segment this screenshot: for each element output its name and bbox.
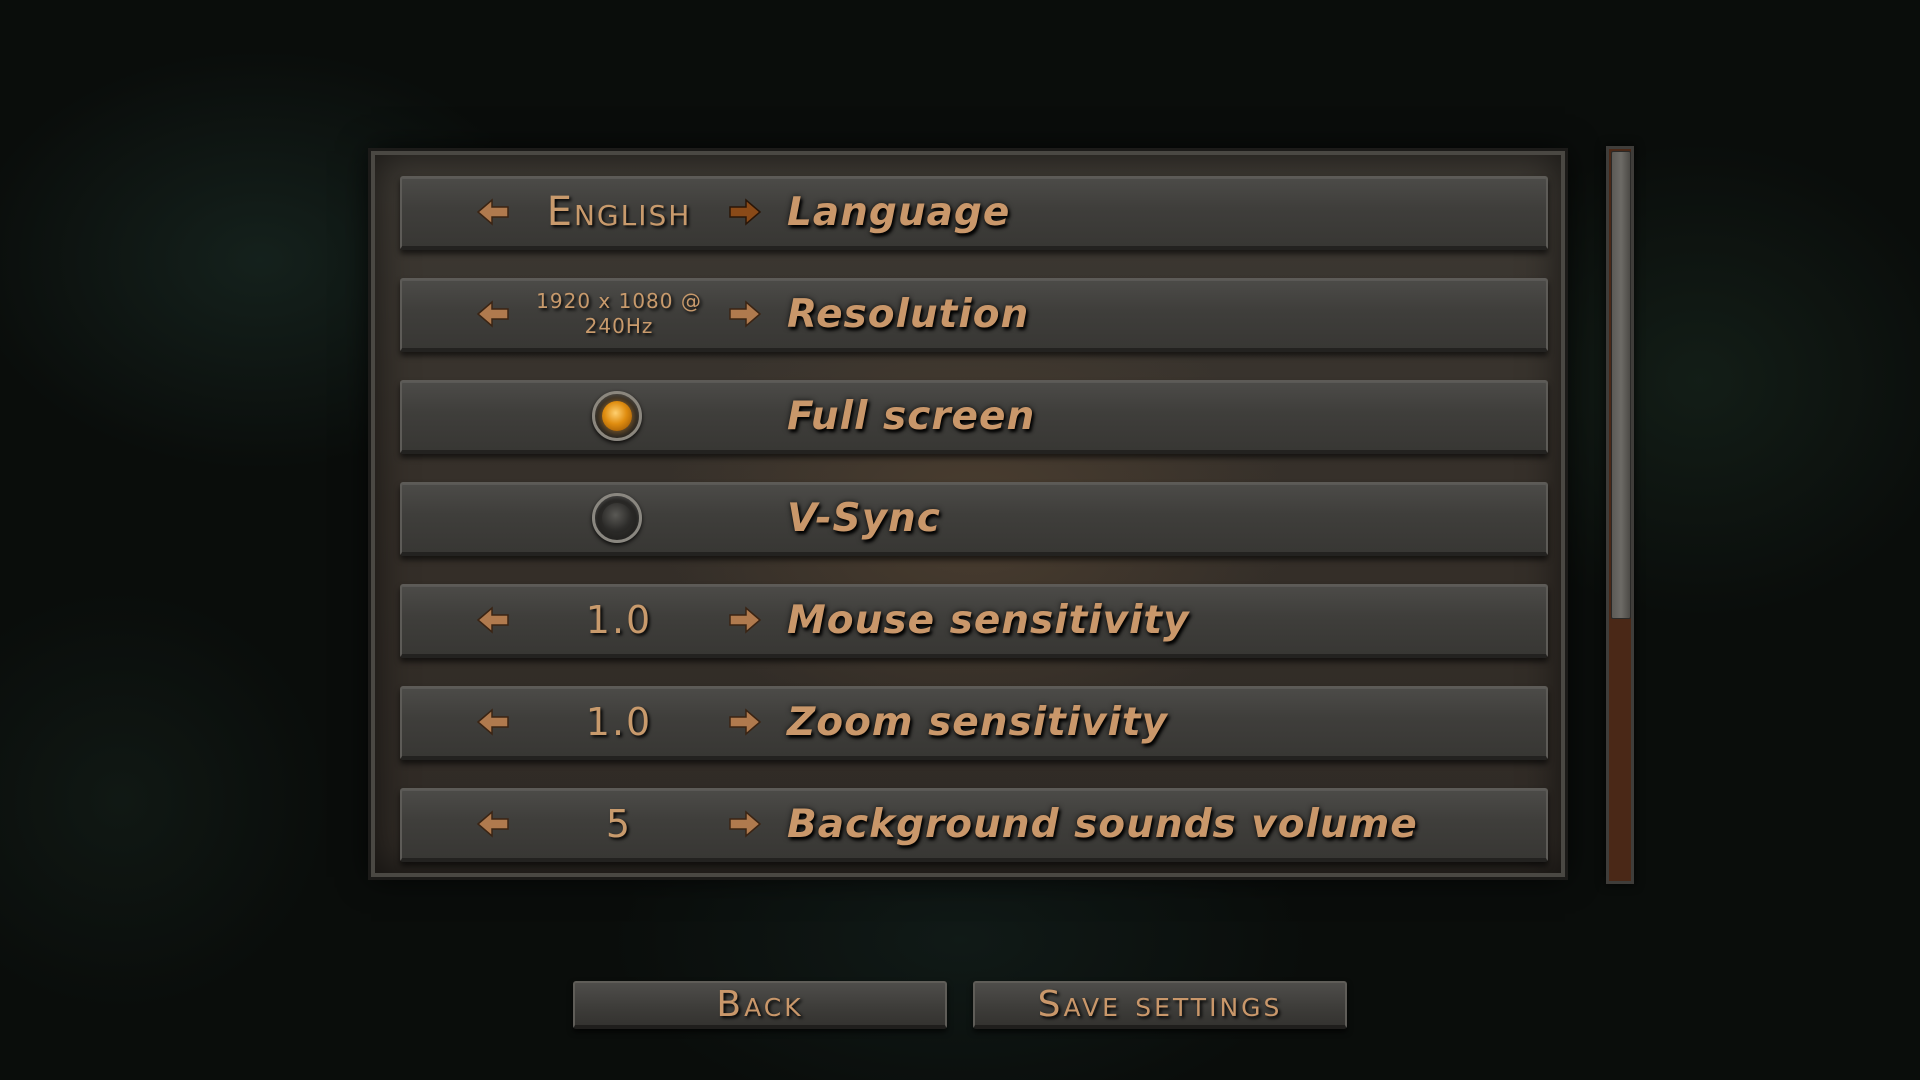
vsync-label: V-Sync (787, 495, 941, 541)
save-settings-button[interactable]: Save settings (973, 981, 1347, 1029)
vsync-toggle[interactable] (592, 493, 642, 543)
resolution-prev-arrow-icon[interactable] (474, 294, 514, 334)
setting-row-resolution: 1920 x 1080 @ 240Hz Resolution (400, 278, 1548, 352)
zoom-sensitivity-next-arrow-icon[interactable] (724, 702, 764, 742)
language-label: Language (787, 189, 1011, 235)
back-button[interactable]: Back (573, 981, 947, 1029)
background-volume-next-arrow-icon[interactable] (724, 804, 764, 844)
zoom-sensitivity-prev-arrow-icon[interactable] (474, 702, 514, 742)
language-value: English (546, 189, 692, 235)
fullscreen-label: Full screen (787, 393, 1036, 439)
toggle-indicator-icon (602, 401, 632, 431)
scrollbar-thumb[interactable] (1611, 151, 1631, 619)
background-volume-value: 5 (605, 802, 633, 846)
zoom-sensitivity-value: 1.0 (585, 700, 653, 744)
language-next-arrow-icon[interactable] (724, 192, 764, 232)
zoom-sensitivity-label: Zoom sensitivity (787, 699, 1168, 745)
setting-row-language: English Language (400, 176, 1548, 250)
resolution-next-arrow-icon[interactable] (724, 294, 764, 334)
resolution-value: 1920 x 1080 @ 240Hz (536, 289, 702, 338)
settings-panel: English Language 1920 x 1080 @ 240Hz Res… (368, 148, 1568, 880)
toggle-indicator-icon (602, 503, 632, 533)
resolution-label: Resolution (787, 291, 1030, 337)
setting-row-fullscreen: Full screen (400, 380, 1548, 454)
setting-row-background-sounds-volume: 5 Background sounds volume (400, 788, 1548, 862)
setting-row-zoom-sensitivity: 1.0 Zoom sensitivity (400, 686, 1548, 760)
mouse-sensitivity-label: Mouse sensitivity (787, 597, 1190, 643)
background-volume-label: Background sounds volume (787, 801, 1418, 847)
fullscreen-toggle[interactable] (592, 391, 642, 441)
mouse-sensitivity-prev-arrow-icon[interactable] (474, 600, 514, 640)
settings-scrollbar[interactable] (1606, 146, 1634, 884)
mouse-sensitivity-next-arrow-icon[interactable] (724, 600, 764, 640)
background-volume-prev-arrow-icon[interactable] (474, 804, 514, 844)
language-prev-arrow-icon[interactable] (474, 192, 514, 232)
mouse-sensitivity-value: 1.0 (585, 598, 653, 642)
setting-row-vsync: V-Sync (400, 482, 1548, 556)
setting-row-mouse-sensitivity: 1.0 Mouse sensitivity (400, 584, 1548, 658)
